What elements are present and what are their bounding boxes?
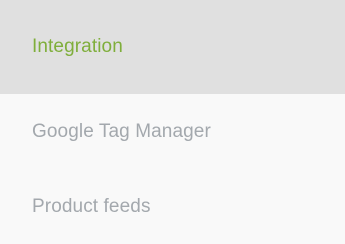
menu-item-label: Integration [32,36,123,57]
menu-item-label: Google Tag Manager [32,120,211,142]
menu-item-product-feeds[interactable]: Product feeds [0,169,345,244]
menu-item-label: Product feeds [32,195,151,217]
menu-item-google-tag-manager[interactable]: Google Tag Manager [0,94,345,169]
settings-menu: Integration Google Tag Manager Product f… [0,0,345,244]
menu-item-integration[interactable]: Integration [0,0,345,94]
